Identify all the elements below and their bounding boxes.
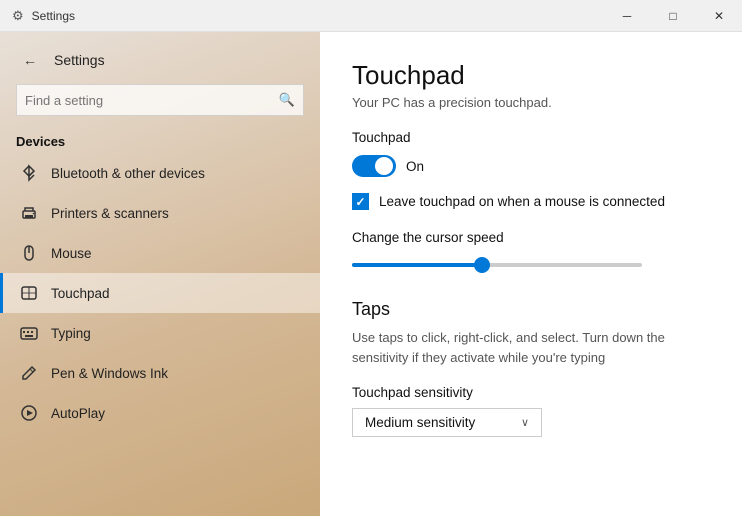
sidebar-item-touchpad-label: Touchpad <box>51 286 110 301</box>
sidebar-item-pen-label: Pen & Windows Ink <box>51 366 168 381</box>
checkbox-label: Leave touchpad on when a mouse is connec… <box>379 194 665 209</box>
touchpad-icon <box>19 283 39 303</box>
settings-icon: ⚙ <box>12 8 24 24</box>
touchpad-section-label: Touchpad <box>352 130 710 145</box>
pen-icon <box>19 363 39 383</box>
close-button[interactable]: ✕ <box>696 0 742 32</box>
taps-title: Taps <box>352 299 710 320</box>
sensitivity-dropdown[interactable]: Medium sensitivity ∨ <box>352 408 542 437</box>
app-container: ← Settings 🔍 Devices Bluetooth & other d… <box>0 32 742 516</box>
sidebar-item-pen[interactable]: Pen & Windows Ink <box>0 353 320 393</box>
search-input[interactable] <box>25 93 279 108</box>
check-icon: ✓ <box>355 195 365 209</box>
sidebar-item-bluetooth-label: Bluetooth & other devices <box>51 166 205 181</box>
sidebar-item-autoplay-label: AutoPlay <box>51 406 105 421</box>
touchpad-toggle[interactable] <box>352 155 396 177</box>
content-panel: Touchpad Your PC has a precision touchpa… <box>320 32 742 516</box>
autoplay-icon <box>19 403 39 423</box>
titlebar-left: ⚙ Settings <box>12 8 75 24</box>
search-box[interactable]: 🔍 <box>16 84 304 116</box>
toggle-label: On <box>406 159 424 174</box>
back-icon: ← <box>23 52 37 68</box>
search-icon: 🔍 <box>279 92 295 108</box>
sidebar-item-autoplay[interactable]: AutoPlay <box>0 393 320 433</box>
typing-icon <box>19 323 39 343</box>
sidebar: ← Settings 🔍 Devices Bluetooth & other d… <box>0 32 320 516</box>
titlebar-title: Settings <box>32 9 75 23</box>
page-subtitle: Your PC has a precision touchpad. <box>352 95 710 110</box>
slider-thumb[interactable] <box>474 257 490 273</box>
sidebar-item-typing-label: Typing <box>51 326 91 341</box>
titlebar-controls: ─ □ ✕ <box>604 0 742 32</box>
bluetooth-icon <box>19 163 39 183</box>
sidebar-item-bluetooth[interactable]: Bluetooth & other devices <box>0 153 320 193</box>
slider-track <box>352 263 642 267</box>
slider-label: Change the cursor speed <box>352 230 710 245</box>
titlebar: ⚙ Settings ─ □ ✕ <box>0 0 742 32</box>
sidebar-item-typing[interactable]: Typing <box>0 313 320 353</box>
touchpad-toggle-row: On <box>352 155 710 177</box>
printer-icon <box>19 203 39 223</box>
sidebar-section-label: Devices <box>0 126 320 153</box>
checkbox-row: ✓ Leave touchpad on when a mouse is conn… <box>352 193 710 210</box>
slider-fill <box>352 263 482 267</box>
sidebar-item-mouse[interactable]: Mouse <box>0 233 320 273</box>
sidebar-header: ← Settings <box>0 32 320 84</box>
sidebar-item-printers[interactable]: Printers & scanners <box>0 193 320 233</box>
cursor-speed-slider[interactable] <box>352 255 710 275</box>
sensitivity-value: Medium sensitivity <box>365 415 475 430</box>
page-title: Touchpad <box>352 60 710 91</box>
sidebar-title: Settings <box>54 52 105 68</box>
mouse-icon <box>19 243 39 263</box>
chevron-down-icon: ∨ <box>521 416 529 429</box>
sidebar-item-mouse-label: Mouse <box>51 246 92 261</box>
leave-touchpad-checkbox[interactable]: ✓ <box>352 193 369 210</box>
sensitivity-label: Touchpad sensitivity <box>352 385 710 400</box>
taps-description: Use taps to click, right-click, and sele… <box>352 328 710 367</box>
back-button[interactable]: ← <box>16 46 44 74</box>
maximize-button[interactable]: □ <box>650 0 696 32</box>
sidebar-item-printers-label: Printers & scanners <box>51 206 169 221</box>
sidebar-item-touchpad[interactable]: Touchpad <box>0 273 320 313</box>
minimize-button[interactable]: ─ <box>604 0 650 32</box>
toggle-knob <box>375 157 393 175</box>
